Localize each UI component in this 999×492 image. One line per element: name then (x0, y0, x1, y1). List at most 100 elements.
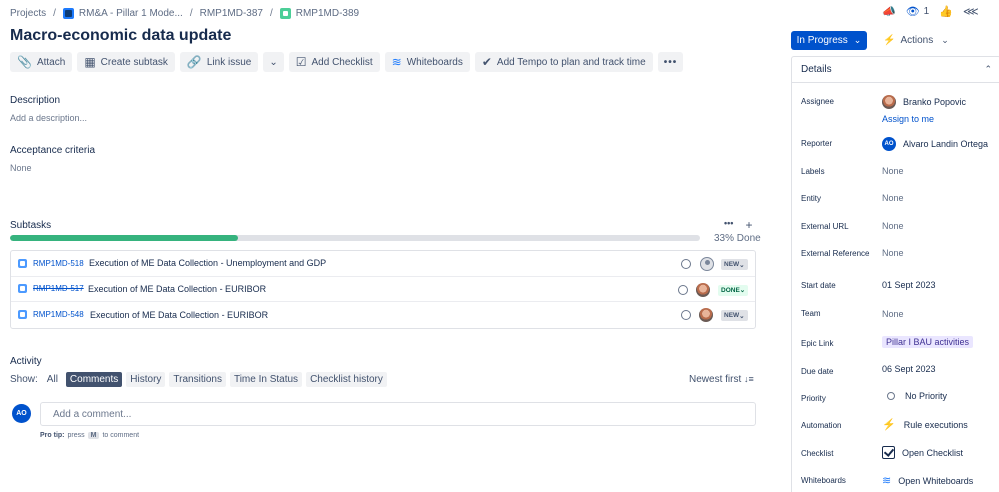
project-icon (62, 7, 74, 19)
tab-checklist-history[interactable]: Checklist history (306, 372, 387, 387)
avatar: AO (882, 137, 896, 151)
link-icon: 🔗 (186, 55, 202, 69)
breadcrumb-current-issue[interactable]: RMP1MD-389 (279, 7, 359, 19)
watchers-count: 1 (923, 6, 930, 17)
subtask-summary[interactable]: Execution of ME Data Collection - EURIBO… (88, 284, 266, 294)
pro-tip-post: to comment (102, 432, 140, 439)
subtask-key[interactable]: RMP1MD-548 (33, 310, 88, 319)
whiteboards-field[interactable]: ≋ Open Whiteboards (882, 474, 973, 487)
tab-comments[interactable]: Comments (65, 372, 123, 387)
whiteboards-label: Whiteboards (406, 56, 463, 68)
external-url-field[interactable]: None (882, 221, 904, 231)
subtasks-tools: ••• + (724, 218, 752, 232)
subtask-row[interactable]: RMP1MD-548 Execution of ME Data Collecti… (11, 302, 755, 328)
thumbs-up-icon[interactable]: 👍 (939, 5, 953, 18)
assign-to-me-link[interactable]: Assign to me (882, 114, 934, 124)
status-text: NEW (724, 261, 740, 268)
more-actions-button[interactable]: ••• (657, 52, 684, 72)
attach-button[interactable]: 📎 Attach (10, 52, 73, 72)
tab-transitions[interactable]: Transitions (169, 372, 226, 387)
checklist-field[interactable]: Open Checklist (882, 446, 963, 459)
subtask-key[interactable]: RMP1MD-518 (33, 259, 88, 268)
status-lozenge[interactable]: DONE ⌄ (718, 284, 749, 296)
share-icon[interactable]: ⋘ (963, 5, 979, 18)
entity-field[interactable]: None (882, 193, 904, 203)
link-issue-button[interactable]: 🔗 Link issue (179, 52, 259, 72)
tab-history[interactable]: History (126, 372, 166, 387)
keyboard-key: M (87, 432, 100, 439)
check-circle-icon: ✔ (481, 55, 492, 69)
assignee-field[interactable]: Branko Popovic (882, 95, 966, 109)
breadcrumb-parent-issue[interactable]: RMP1MD-387 (200, 8, 263, 19)
avatar: AO (12, 404, 31, 423)
start-date-field[interactable]: 01 Sept 2023 (882, 280, 936, 290)
breadcrumb-projects[interactable]: Projects (10, 8, 46, 19)
story-icon (279, 7, 291, 19)
description-field[interactable]: Add a description... (10, 113, 87, 123)
priority-value: No Priority (905, 391, 948, 401)
labels-field[interactable]: None (882, 166, 904, 176)
plus-icon[interactable]: + (745, 218, 752, 232)
watch-button[interactable]: 👁 1 (906, 5, 930, 18)
sort-order-button[interactable]: Newest first ↓≡ (689, 374, 754, 385)
avatar (882, 95, 896, 109)
whiteboards-button[interactable]: ≋ Whiteboards (384, 52, 470, 72)
external-reference-field[interactable]: None (882, 248, 904, 258)
epic-link-field[interactable]: Pillar I BAU activities (882, 336, 974, 348)
whiteboard-icon: ≋ (391, 55, 402, 69)
avatar[interactable] (699, 308, 713, 323)
add-tempo-button[interactable]: ✔ Add Tempo to plan and track time (474, 52, 653, 72)
breadcrumb-project-label: RM&A - Pillar 1 Mode... (78, 7, 183, 19)
automation-field[interactable]: ⚡ Rule executions (882, 418, 968, 431)
breadcrumb-project[interactable]: RM&A - Pillar 1 Mode... (62, 7, 183, 19)
subtask-row[interactable]: RMP1MD-517 Execution of ME Data Collecti… (11, 277, 755, 303)
external-url-label: External URL (801, 222, 849, 231)
status-label: In Progress (796, 35, 848, 46)
add-checklist-button[interactable]: ☑ Add Checklist (288, 52, 380, 72)
details-header[interactable]: Details ⌃ (792, 57, 999, 83)
tab-all[interactable]: All (43, 372, 62, 387)
create-subtask-button[interactable]: ▦ Create subtask (77, 52, 175, 72)
show-label: Show: (10, 374, 38, 385)
due-date-field[interactable]: 06 Sept 2023 (882, 364, 936, 374)
assignee-value: Branko Popovic (903, 97, 967, 107)
subtask-summary[interactable]: Execution of ME Data Collection - Unempl… (89, 258, 326, 268)
reporter-field[interactable]: AO Alvaro Landin Ortega (882, 137, 988, 151)
checklist-icon (882, 446, 895, 459)
actions-dropdown-button[interactable]: ⚡ Actions ⌄ (883, 31, 949, 50)
comment-input[interactable]: Add a comment... (40, 402, 756, 426)
status-lozenge[interactable]: NEW ⌄ (721, 259, 748, 270)
avatar[interactable] (696, 282, 710, 297)
issue-main-panel: Projects / RM&A - Pillar 1 Mode... / RMP… (0, 0, 775, 492)
progress-label: 33% Done (714, 233, 761, 244)
link-issue-dropdown-button[interactable]: ⌄ (263, 52, 284, 72)
subtask-summary[interactable]: Execution of ME Data Collection - EURIBO… (90, 310, 268, 320)
priority-ring-icon (681, 310, 691, 321)
automation-value: Rule executions (903, 419, 968, 430)
team-field[interactable]: None (882, 309, 904, 319)
more-icon[interactable]: ••• (724, 218, 733, 232)
status-lozenge[interactable]: NEW ⌄ (721, 310, 748, 322)
issue-title[interactable]: Macro-economic data update (10, 27, 231, 45)
add-checklist-label: Add Checklist (311, 56, 373, 68)
automation-label: Automation (801, 421, 842, 430)
epic-lozenge[interactable]: Pillar I BAU activities (882, 336, 974, 348)
megaphone-icon[interactable]: 📣 (882, 5, 896, 18)
acceptance-criteria-field[interactable]: None (10, 163, 32, 173)
add-tempo-label: Add Tempo to plan and track time (496, 56, 646, 68)
epic-link-label: Epic Link (801, 339, 834, 348)
breadcrumb-separator: / (189, 7, 193, 19)
checklist-value: Open Checklist (902, 447, 964, 458)
priority-field[interactable]: No Priority (882, 391, 947, 401)
tab-time-in-status[interactable]: Time In Status (229, 372, 303, 387)
whiteboards-value: Open Whiteboards (898, 475, 974, 486)
unassigned-avatar-icon[interactable] (700, 257, 714, 271)
subtask-row[interactable]: RMP1MD-518 Execution of ME Data Collecti… (11, 251, 755, 277)
sort-order-label: Newest first (689, 374, 742, 385)
chevron-up-icon: ⌃ (984, 64, 992, 74)
subtask-key[interactable]: RMP1MD-517 (33, 284, 88, 293)
priority-ring-icon (678, 284, 688, 295)
issue-header-icons: 📣 👁 1 👍 ⋘ (882, 5, 979, 18)
labels-label: Labels (801, 167, 825, 176)
status-dropdown-button[interactable]: In Progress ⌄ (791, 31, 867, 50)
